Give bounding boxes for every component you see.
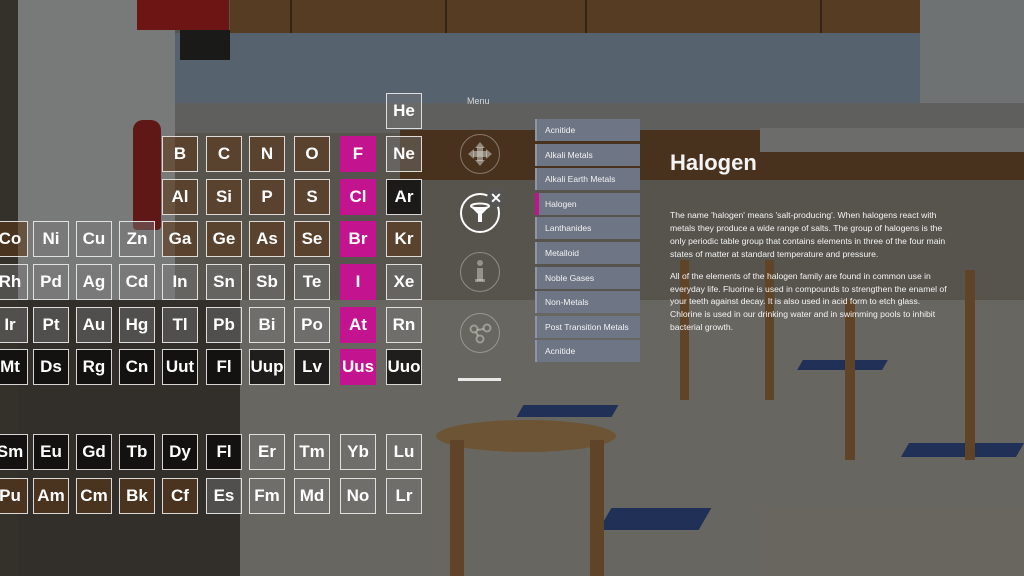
element-tile-se[interactable]: Se xyxy=(294,221,330,257)
info-title: Halogen xyxy=(670,150,757,175)
element-tile-tb[interactable]: Tb xyxy=(119,434,155,470)
element-tile-md[interactable]: Md xyxy=(294,478,330,514)
element-tile-hg[interactable]: Hg xyxy=(119,307,155,343)
element-tile-ir[interactable]: Ir xyxy=(0,307,28,343)
share-button[interactable] xyxy=(460,313,500,353)
category-item[interactable]: Halogen xyxy=(535,192,640,215)
element-tile-kr[interactable]: Kr xyxy=(386,221,422,257)
element-tile-cf[interactable]: Cf xyxy=(162,478,198,514)
element-tile-rn[interactable]: Rn xyxy=(386,307,422,343)
info-paragraph-2: All of the elements of the halogen famil… xyxy=(670,270,947,333)
move-arrows-icon xyxy=(468,142,492,166)
element-tile-cn[interactable]: Cn xyxy=(119,349,155,385)
element-tile-si[interactable]: Si xyxy=(206,179,242,215)
element-tile-es[interactable]: Es xyxy=(206,478,242,514)
element-tile-gd[interactable]: Gd xyxy=(76,434,112,470)
element-tile-pd[interactable]: Pd xyxy=(33,264,69,300)
category-item[interactable]: Metalloid xyxy=(535,241,640,264)
element-tile-tl[interactable]: Tl xyxy=(162,307,198,343)
element-tile-ne[interactable]: Ne xyxy=(386,136,422,172)
element-tile-ge[interactable]: Ge xyxy=(206,221,242,257)
element-tile-fm[interactable]: Fm xyxy=(249,478,285,514)
element-tile-yb[interactable]: Yb xyxy=(340,434,376,470)
menu-underline xyxy=(458,378,501,381)
element-tile-lu[interactable]: Lu xyxy=(386,434,422,470)
close-icon: ✕ xyxy=(490,189,502,206)
element-tile-bi[interactable]: Bi xyxy=(249,307,285,343)
element-tile-cl[interactable]: Cl xyxy=(340,179,376,215)
filter-funnel-icon xyxy=(470,202,490,222)
category-item[interactable]: Non-Metals xyxy=(535,291,640,314)
element-tile-er[interactable]: Er xyxy=(249,434,285,470)
element-tile-po[interactable]: Po xyxy=(294,307,330,343)
element-tile-lr[interactable]: Lr xyxy=(386,478,422,514)
category-item[interactable]: Post Transition Metals xyxy=(535,315,640,338)
category-list: Acnitide Alkali Metals Alkali Earth Metals… xyxy=(535,119,640,365)
element-tile-mt[interactable]: Mt xyxy=(0,349,28,385)
element-tile-dy[interactable]: Dy xyxy=(162,434,198,470)
element-tile-ds[interactable]: Ds xyxy=(33,349,69,385)
element-tile-pt[interactable]: Pt xyxy=(33,307,69,343)
element-tile-sn[interactable]: Sn xyxy=(206,264,242,300)
element-tile-al[interactable]: Al xyxy=(162,179,198,215)
element-tile-ar[interactable]: Ar xyxy=(386,179,422,215)
element-tile-uup[interactable]: Uup xyxy=(249,349,285,385)
category-item[interactable]: Lanthanides xyxy=(535,217,640,240)
element-tile-au[interactable]: Au xyxy=(76,307,112,343)
element-tile-cm[interactable]: Cm xyxy=(76,478,112,514)
element-tile-zn[interactable]: Zn xyxy=(119,221,155,257)
element-tile-bk[interactable]: Bk xyxy=(119,478,155,514)
element-tile-fl[interactable]: Fl xyxy=(206,349,242,385)
element-tile-n[interactable]: N xyxy=(249,136,285,172)
element-tile-uut[interactable]: Uut xyxy=(162,349,198,385)
info-panel: Halogen The name 'halogen' means 'salt-p… xyxy=(670,150,950,334)
share-nodes-icon xyxy=(469,323,492,344)
element-tile-br[interactable]: Br xyxy=(340,221,376,257)
element-tile-i[interactable]: I xyxy=(340,264,376,300)
element-tile-cd[interactable]: Cd xyxy=(119,264,155,300)
category-item[interactable]: Acnitide xyxy=(535,340,640,363)
element-tile-no[interactable]: No xyxy=(340,478,376,514)
element-tile-fl[interactable]: Fl xyxy=(206,434,242,470)
element-tile-he[interactable]: He xyxy=(386,93,422,129)
element-tile-am[interactable]: Am xyxy=(33,478,69,514)
element-tile-co[interactable]: Co xyxy=(0,221,28,257)
element-tile-uuo[interactable]: Uuo xyxy=(386,349,422,385)
info-icon xyxy=(475,260,485,282)
element-tile-as[interactable]: As xyxy=(249,221,285,257)
element-tile-o[interactable]: O xyxy=(294,136,330,172)
category-item[interactable]: Noble Gases xyxy=(535,266,640,289)
move-button[interactable] xyxy=(460,134,500,174)
element-tile-uus[interactable]: Uus xyxy=(340,349,376,385)
element-tile-pb[interactable]: Pb xyxy=(206,307,242,343)
element-tile-in[interactable]: In xyxy=(162,264,198,300)
element-tile-at[interactable]: At xyxy=(340,307,376,343)
element-tile-sm[interactable]: Sm xyxy=(0,434,28,470)
element-tile-eu[interactable]: Eu xyxy=(33,434,69,470)
category-item[interactable]: Acnitide xyxy=(535,119,640,141)
element-tile-rg[interactable]: Rg xyxy=(76,349,112,385)
element-tile-lv[interactable]: Lv xyxy=(294,349,330,385)
element-tile-te[interactable]: Te xyxy=(294,264,330,300)
element-tile-ni[interactable]: Ni xyxy=(33,221,69,257)
element-tile-s[interactable]: S xyxy=(294,179,330,215)
element-tile-ag[interactable]: Ag xyxy=(76,264,112,300)
element-tile-rh[interactable]: Rh xyxy=(0,264,28,300)
element-tile-xe[interactable]: Xe xyxy=(386,264,422,300)
element-tile-pu[interactable]: Pu xyxy=(0,478,28,514)
element-tile-c[interactable]: C xyxy=(206,136,242,172)
category-item[interactable]: Alkali Metals xyxy=(535,143,640,166)
element-tile-b[interactable]: B xyxy=(162,136,198,172)
element-tile-sb[interactable]: Sb xyxy=(249,264,285,300)
close-filter-button[interactable]: ✕ xyxy=(487,189,505,207)
category-item[interactable]: Alkali Earth Metals xyxy=(535,168,640,191)
info-button[interactable] xyxy=(460,252,500,292)
element-tile-ga[interactable]: Ga xyxy=(162,221,198,257)
menu-label: Menu xyxy=(467,96,490,106)
element-tile-tm[interactable]: Tm xyxy=(294,434,330,470)
element-tile-cu[interactable]: Cu xyxy=(76,221,112,257)
element-tile-f[interactable]: F xyxy=(340,136,376,172)
element-tile-p[interactable]: P xyxy=(249,179,285,215)
info-paragraph-1: The name 'halogen' means 'salt-producing… xyxy=(670,210,946,259)
